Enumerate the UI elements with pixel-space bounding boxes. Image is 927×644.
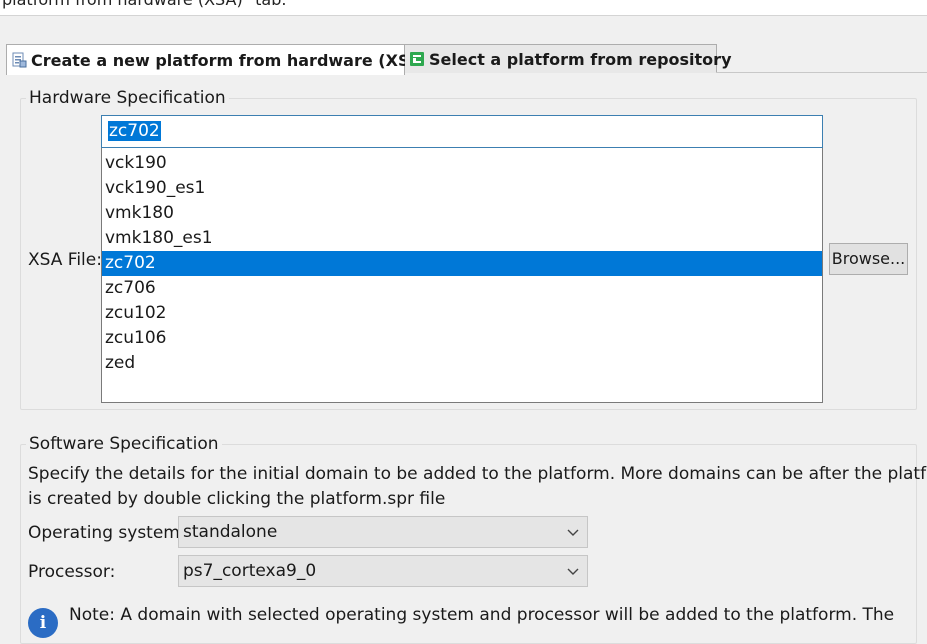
processor-select[interactable]: ps7_cortexa9_0 — [178, 555, 588, 587]
dropdown-option-zcu106[interactable]: zcu106 — [102, 326, 822, 351]
tab-select-from-repository-label: Select a platform from repository — [429, 49, 732, 69]
previous-text-strip: platform from hardware (XSA)" tab. — [0, 0, 927, 16]
browse-button[interactable]: Browse... — [829, 243, 908, 275]
hardware-specification-label: Hardware Specification — [26, 88, 229, 108]
xsa-file-label: XSA File: — [28, 250, 102, 270]
chevron-down-icon — [567, 568, 579, 575]
tab-create-from-hardware[interactable]: Create a new platform from hardware (XSA… — [6, 44, 429, 75]
dropdown-option-vmk180[interactable]: vmk180 — [102, 201, 822, 226]
dropdown-option-zcu102[interactable]: zcu102 — [102, 301, 822, 326]
xsa-file-combo-input[interactable]: zc702 — [101, 115, 823, 148]
tabbar-divider — [716, 72, 927, 73]
processor-label: Processor: — [28, 562, 116, 582]
info-icon: i — [28, 608, 58, 638]
tab-create-from-hardware-label: Create a new platform from hardware (XSA… — [31, 50, 430, 70]
processor-value: ps7_cortexa9_0 — [183, 561, 317, 581]
software-specification-label: Software Specification — [26, 434, 222, 454]
tab-select-from-repository[interactable]: Select a platform from repository — [405, 44, 732, 73]
dropdown-option-vck190[interactable]: vck190 — [102, 151, 822, 176]
dropdown-option-zc706[interactable]: zc706 — [102, 276, 822, 301]
hardware-platform-icon — [12, 52, 27, 68]
chevron-down-icon — [567, 529, 579, 536]
domain-note-text: Note: A domain with selected operating s… — [69, 605, 895, 625]
operating-system-select[interactable]: standalone — [178, 516, 588, 548]
previous-instruction-text: platform from hardware (XSA)" tab. — [2, 0, 286, 9]
software-description-line1: Specify the details for the initial doma… — [28, 464, 927, 484]
software-description-line2: is created by double clicking the platfo… — [28, 489, 446, 509]
xsa-file-dropdown-list[interactable]: vck190 vck190_es1 vmk180 vmk180_es1 zc70… — [101, 148, 823, 403]
dropdown-option-vmk180-es1[interactable]: vmk180_es1 — [102, 226, 822, 251]
dropdown-option-vck190-es1[interactable]: vck190_es1 — [102, 176, 822, 201]
xsa-file-input-value: zc702 — [108, 121, 161, 141]
operating-system-label: Operating system: — [28, 523, 186, 543]
operating-system-value: standalone — [183, 522, 278, 542]
dropdown-option-zc702[interactable]: zc702 — [102, 251, 822, 276]
platform-source-tabs: Create a new platform from hardware (XSA… — [0, 44, 927, 75]
repository-platform-icon — [410, 52, 424, 66]
dropdown-option-zed[interactable]: zed — [102, 351, 822, 376]
